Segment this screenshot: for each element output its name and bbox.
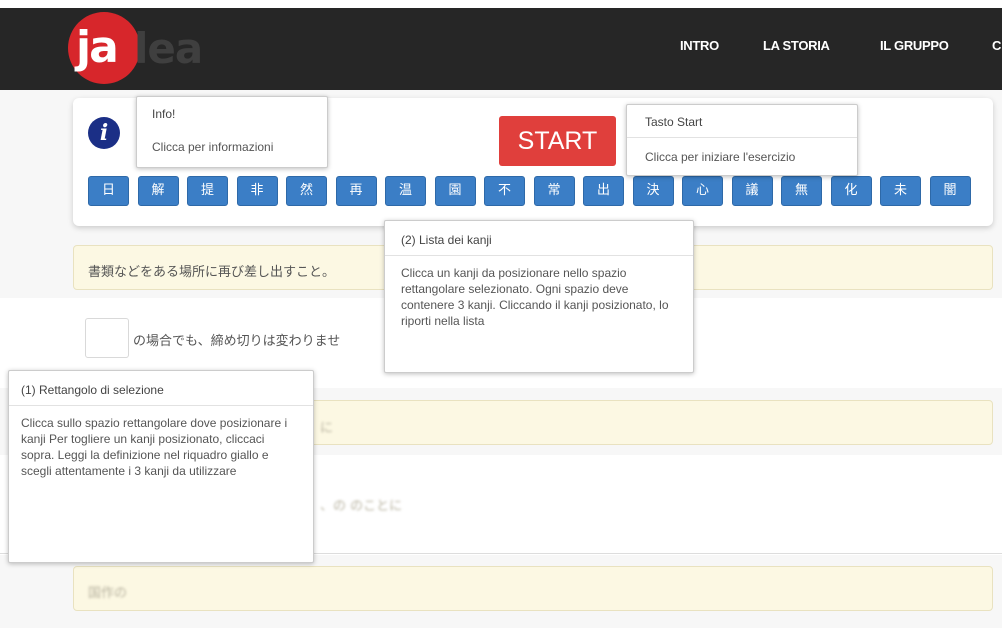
kanji-button[interactable]: 化 xyxy=(830,176,872,206)
tooltip-body: Clicca per informazioni xyxy=(152,140,274,154)
tooltip-separator xyxy=(9,405,313,406)
kanji-button[interactable]: 再 xyxy=(335,176,377,206)
tooltip-separator xyxy=(627,137,857,138)
answer-slot[interactable] xyxy=(85,318,129,358)
kanji-button[interactable]: 不 xyxy=(484,176,525,206)
kanji-button[interactable]: 闇 xyxy=(929,176,971,206)
tooltip-title: Info! xyxy=(152,107,176,121)
tooltip-body: Clicca sullo spazio rettangolare dove po… xyxy=(21,416,288,478)
kanji-button[interactable]: 常 xyxy=(533,176,575,206)
kanji-list: 日解提非然再温園不常出決心議無化未闇 xyxy=(88,176,988,206)
nav-il-gruppo[interactable]: IL GRUPPO xyxy=(880,38,949,53)
selection-tooltip: (1) Rettangolo di selezione Clicca sullo… xyxy=(8,370,314,563)
nav-links: INTRO LA STORIA IL GRUPPO C xyxy=(0,8,1002,90)
kanji-button[interactable]: 非 xyxy=(236,176,278,206)
kanji-button[interactable]: 温 xyxy=(385,176,426,206)
kanji-button[interactable]: 心 xyxy=(682,176,723,206)
kanji-button[interactable]: 然 xyxy=(286,176,327,206)
kanji-button[interactable]: 決 xyxy=(632,176,674,206)
kanji-button[interactable]: 園 xyxy=(434,176,476,206)
top-strip xyxy=(0,0,1002,8)
start-button[interactable]: START xyxy=(499,116,616,166)
info-tooltip: Info! Clicca per informazioni xyxy=(136,96,328,168)
start-tooltip: Tasto Start Clicca per iniziare l'eserci… xyxy=(626,104,858,176)
tooltip-body: Clicca per iniziare l'esercizio xyxy=(645,150,796,164)
tooltip-title: (1) Rettangolo di selezione xyxy=(21,383,164,397)
definition-text: 国作の xyxy=(88,586,128,601)
example-sentence: 、の のことに xyxy=(320,499,403,514)
kanji-button[interactable]: 未 xyxy=(880,176,921,206)
nav-intro[interactable]: INTRO xyxy=(680,38,719,53)
kanji-button[interactable]: 出 xyxy=(583,176,624,206)
tooltip-title: Tasto Start xyxy=(645,115,703,129)
example-sentence: の場合でも、締め切りは変わりませ xyxy=(133,334,341,349)
tooltip-separator xyxy=(385,255,693,256)
definition-text: に xyxy=(320,421,334,436)
definition-text: 書類などをある場所に再び差し出すこと。 xyxy=(88,265,336,280)
tooltip-title: (2) Lista dei kanji xyxy=(401,233,492,247)
nav-more[interactable]: C xyxy=(992,38,1001,53)
definition-box xyxy=(73,566,993,611)
nav-la-storia[interactable]: LA STORIA xyxy=(763,38,830,53)
tooltip-body: Clicca un kanji da posizionare nello spa… xyxy=(401,266,669,328)
kanji-button[interactable]: 日 xyxy=(88,176,129,206)
kanji-button[interactable]: 議 xyxy=(731,176,773,206)
info-circle-icon[interactable]: i xyxy=(88,117,120,149)
kanji-button[interactable]: 解 xyxy=(137,176,179,206)
navbar: ja lea INTRO LA STORIA IL GRUPPO C xyxy=(0,8,1002,90)
kanji-button[interactable]: 提 xyxy=(187,176,228,206)
kanji-button[interactable]: 無 xyxy=(781,176,822,206)
kanji-list-tooltip: (2) Lista dei kanji Clicca un kanji da p… xyxy=(384,220,694,373)
